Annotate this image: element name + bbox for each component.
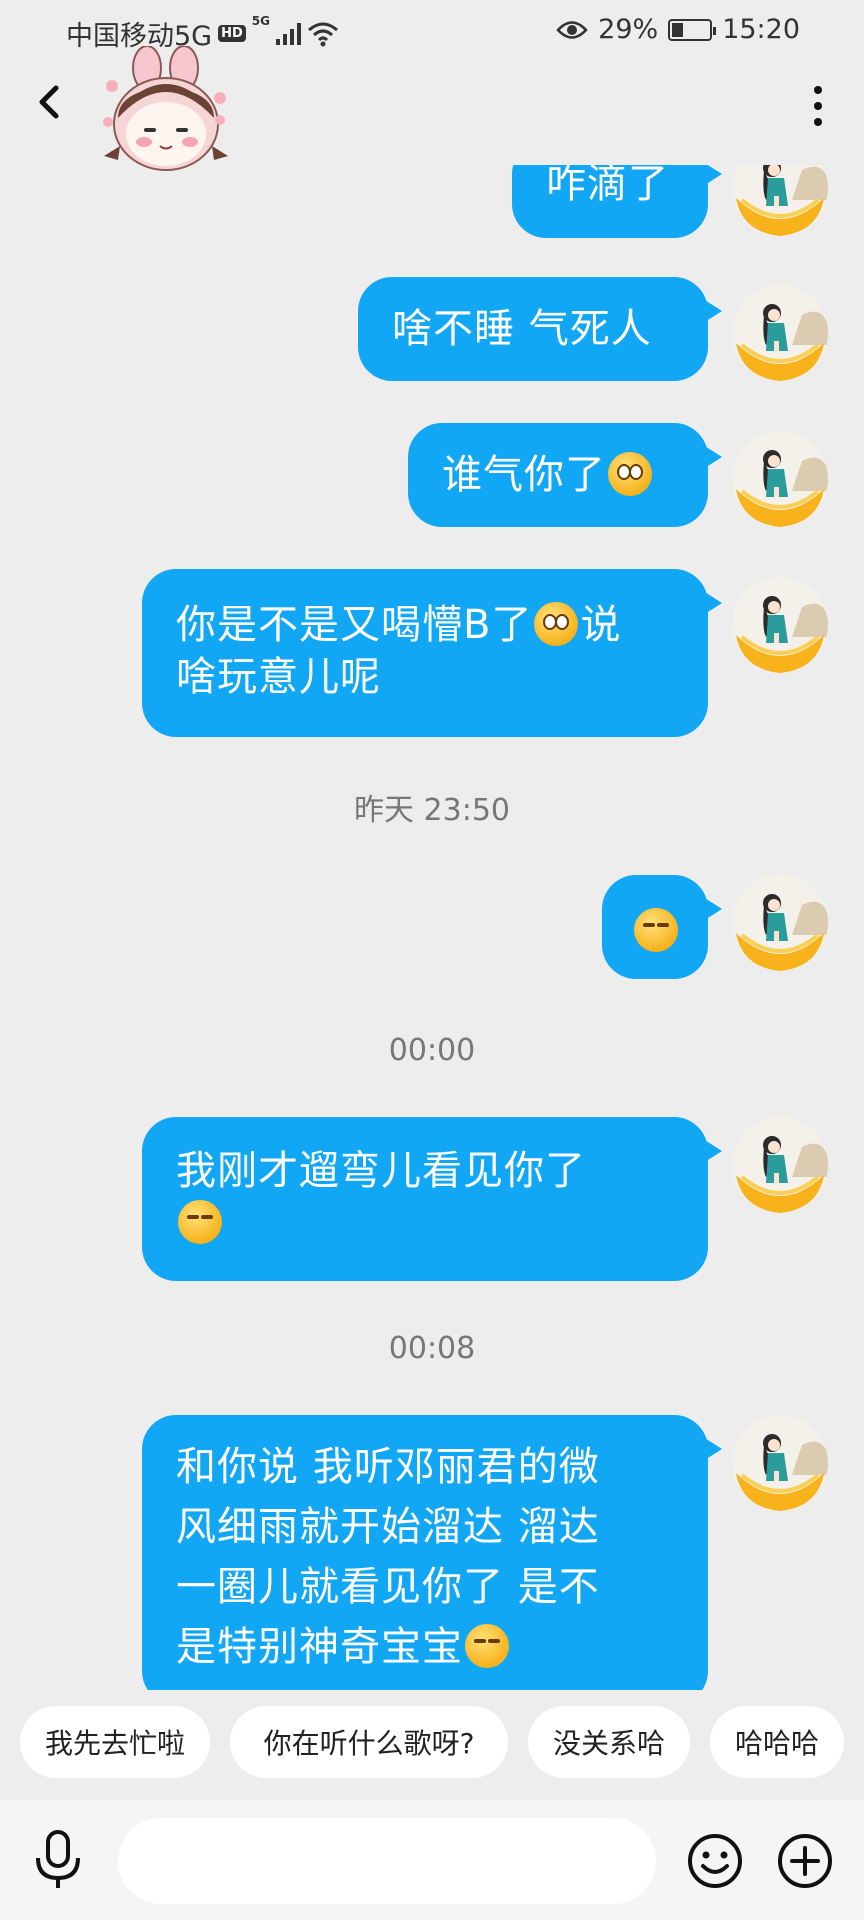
clock: 15:20 — [722, 14, 800, 45]
message-bubble[interactable]: 你是不是又喝懵B了 说 啥玩意儿呢 — [142, 569, 722, 737]
hugging-face-emoji — [634, 908, 678, 952]
message-text: 是特别神奇宝宝 — [176, 1624, 463, 1670]
message-text: 一圈儿就看见你了 是不 — [176, 1564, 600, 1610]
microphone-icon[interactable] — [34, 1830, 82, 1890]
flushed-face-emoji — [534, 602, 579, 646]
quick-reply-chip[interactable]: 没关系哈 — [528, 1706, 690, 1778]
plus-circle-icon[interactable] — [776, 1832, 834, 1890]
battery-icon — [668, 18, 717, 41]
message-bubble[interactable]: 咋滴了 — [512, 165, 722, 238]
hd-badge: HD — [218, 25, 246, 42]
message-text: 风细雨就开始溜达 溜达 — [176, 1504, 600, 1550]
network-label: 5G — [251, 14, 270, 28]
message-text: 我刚才遛弯儿看见你了 — [176, 1148, 586, 1194]
message-text: 和你说 我听邓丽君的微 — [176, 1444, 600, 1490]
contact-avatar[interactable] — [732, 875, 828, 971]
timestamp: 昨天 23:50 — [354, 793, 510, 828]
flushed-face-emoji — [608, 452, 652, 496]
bunny-avatar-icon[interactable] — [92, 45, 242, 176]
chat-area[interactable]: 咋滴了 啥不睡 气死人 谁气你了 你是不是又喝懵B了 说 啥玩意儿呢 昨天 23:… — [0, 165, 864, 1690]
wifi-icon — [308, 22, 338, 46]
message-row — [0, 875, 864, 985]
input-bar — [0, 1800, 864, 1920]
contact-avatar[interactable] — [732, 1415, 828, 1511]
message-text: 啥不睡 气死人 — [392, 306, 652, 352]
message-bubble[interactable] — [602, 875, 722, 979]
message-text: 啥玩意儿呢 — [176, 654, 381, 700]
quick-reply-chip[interactable]: 哈哈哈 — [710, 1706, 844, 1778]
message-bubble[interactable]: 我刚才遛弯儿看见你了 — [142, 1117, 722, 1281]
timestamp: 00:08 — [388, 1331, 476, 1366]
message-row: 谁气你了 — [0, 423, 864, 533]
message-text: 咋滴了 — [546, 165, 669, 207]
message-bubble[interactable]: 啥不睡 气死人 — [358, 277, 722, 381]
message-bubble[interactable]: 谁气你了 — [408, 423, 722, 527]
quick-reply-chip[interactable]: 我先去忙啦 — [20, 1706, 210, 1778]
message-row: 我刚才遛弯儿看见你了 — [0, 1117, 864, 1282]
message-text: 谁气你了 — [442, 452, 606, 498]
hugging-face-emoji — [465, 1624, 509, 1668]
message-bubble[interactable]: 和你说 我听邓丽君的微 风细雨就开始溜达 溜达 一圈儿就看见你了 是不 是特别神… — [142, 1415, 722, 1690]
chevron-left-icon[interactable] — [30, 82, 70, 122]
eye-icon — [556, 20, 588, 39]
contact-avatar[interactable] — [732, 1117, 828, 1213]
hugging-face-emoji — [178, 1200, 222, 1244]
battery-percent: 29% — [598, 14, 659, 45]
contact-avatar[interactable] — [732, 285, 828, 381]
message-input[interactable] — [118, 1818, 656, 1904]
contact-avatar[interactable] — [732, 577, 828, 673]
message-row: 你是不是又喝懵B了 说 啥玩意儿呢 — [0, 569, 864, 739]
quick-replies: 我先去忙啦 你在听什么歌呀? 没关系哈 哈哈哈 — [0, 1706, 864, 1780]
smiley-icon[interactable] — [686, 1832, 744, 1890]
quick-reply-chip[interactable]: 你在听什么歌呀? — [230, 1706, 508, 1778]
more-vertical-icon[interactable] — [812, 86, 824, 126]
message-text: 你是不是又喝懵B了 — [176, 602, 533, 648]
message-text: 说 — [580, 602, 622, 648]
message-row: 啥不睡 气死人 — [0, 277, 864, 387]
signal-icon — [275, 22, 301, 45]
contact-avatar[interactable] — [732, 431, 828, 527]
message-row: 和你说 我听邓丽君的微 风细雨就开始溜达 溜达 一圈儿就看见你了 是不 是特别神… — [0, 1415, 864, 1690]
timestamp: 00:00 — [388, 1033, 476, 1068]
message-row: 咋滴了 — [0, 165, 864, 250]
contact-avatar[interactable] — [732, 165, 828, 236]
chat-header — [0, 45, 864, 171]
